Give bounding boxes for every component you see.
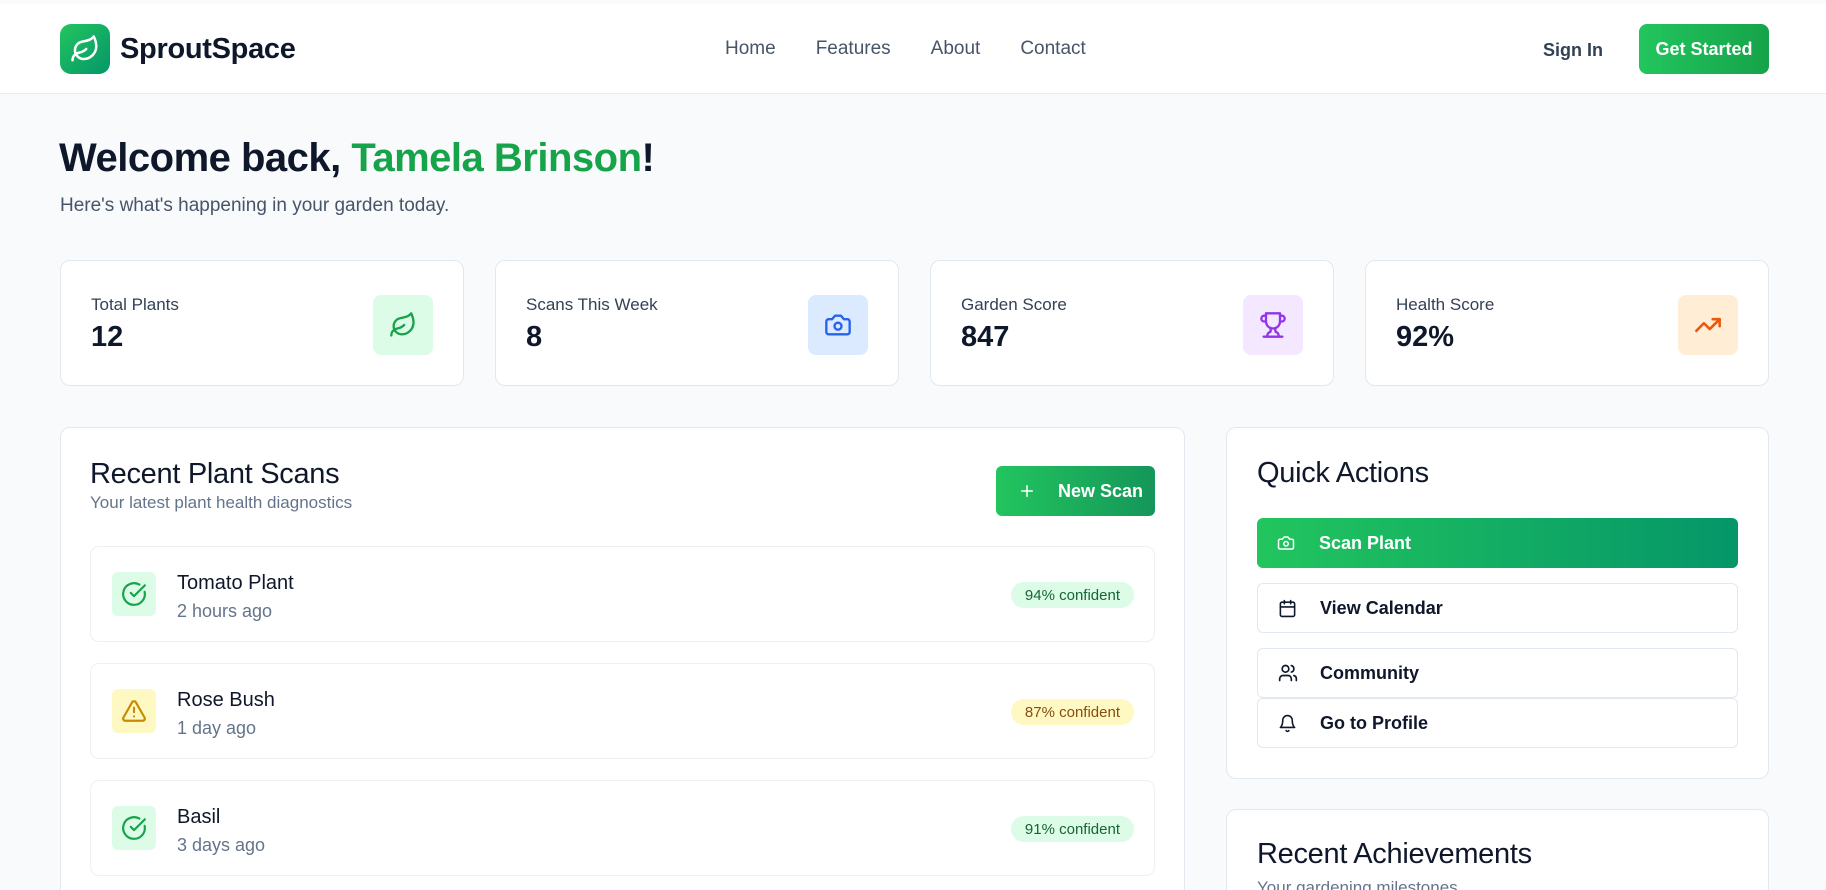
community-button[interactable]: Community: [1257, 648, 1738, 698]
top-navigation-bar: SproutSpace Home Features About Contact …: [0, 4, 1826, 94]
recent-achievements-subtitle: Your gardening milestones: [1257, 878, 1458, 890]
stat-card-total-plants: Total Plants 12: [60, 260, 464, 386]
community-label: Community: [1320, 662, 1419, 683]
stat-label: Scans This Week: [526, 295, 658, 314]
scan-plant-name: Tomato Plant: [177, 572, 294, 594]
stat-label: Health Score: [1396, 295, 1495, 314]
nav-link-features[interactable]: Features: [816, 38, 891, 60]
camera-icon: [1277, 534, 1299, 552]
welcome-suffix: !: [641, 136, 655, 180]
recent-scans-subtitle: Your latest plant health diagnostics: [90, 493, 353, 512]
stat-label: Total Plants: [91, 295, 179, 314]
welcome-subtitle: Here's what's happening in your garden t…: [60, 195, 450, 216]
calendar-icon: [1278, 599, 1300, 618]
stat-label: Garden Score: [961, 295, 1067, 314]
check-circle-icon: [112, 806, 156, 850]
camera-icon: [808, 295, 868, 355]
scan-time: 2 hours ago: [177, 601, 273, 621]
go-to-profile-label: Go to Profile: [1320, 712, 1428, 733]
trophy-icon: [1243, 295, 1303, 355]
alert-triangle-icon: [112, 689, 156, 733]
stat-card-scans-this-week: Scans This Week 8: [495, 260, 899, 386]
brand-name: SproutSpace: [120, 32, 296, 65]
scan-time: 1 day ago: [177, 718, 257, 738]
scan-time: 3 days ago: [177, 835, 266, 855]
stat-value: 8: [526, 321, 543, 353]
welcome-heading: Welcome back, Tamela Brinson!: [59, 136, 655, 181]
user-name: Tamela Brinson: [351, 136, 642, 180]
nav-link-home[interactable]: Home: [725, 38, 776, 60]
stat-value: 92%: [1396, 321, 1455, 353]
go-to-profile-button[interactable]: Go to Profile: [1257, 698, 1738, 748]
brand-logo[interactable]: SproutSpace: [60, 24, 296, 74]
confidence-badge: 91% confident: [1010, 816, 1134, 842]
nav-link-about[interactable]: About: [931, 38, 981, 60]
bell-icon: [1278, 714, 1300, 733]
confidence-badge: 94% confident: [1010, 582, 1134, 608]
view-calendar-button[interactable]: View Calendar: [1257, 583, 1738, 633]
sign-in-link[interactable]: Sign In: [1543, 40, 1603, 61]
scan-plant-name: Rose Bush: [177, 689, 275, 711]
quick-actions-title: Quick Actions: [1257, 457, 1429, 489]
confidence-badge: 87% confident: [1010, 699, 1134, 725]
stat-value: 12: [91, 321, 124, 353]
stat-card-garden-score: Garden Score 847: [930, 260, 1334, 386]
stat-value: 847: [961, 321, 1010, 353]
scan-plant-name: Basil: [177, 806, 221, 828]
new-scan-label: New Scan: [1058, 480, 1144, 501]
leaf-icon: [60, 24, 110, 74]
nav-link-contact[interactable]: Contact: [1020, 38, 1085, 60]
get-started-button[interactable]: Get Started: [1639, 24, 1769, 74]
scan-row[interactable]: Basil 3 days ago 91% confident: [90, 780, 1155, 876]
recent-achievements-title: Recent Achievements: [1257, 838, 1532, 870]
new-scan-button[interactable]: New Scan: [996, 466, 1155, 516]
recent-scans-title: Recent Plant Scans: [90, 458, 340, 490]
plus-icon: [1018, 482, 1036, 500]
trending-up-icon: [1678, 295, 1738, 355]
scan-row[interactable]: Rose Bush 1 day ago 87% confident: [90, 663, 1155, 759]
users-icon: [1278, 663, 1300, 683]
check-circle-icon: [112, 572, 156, 616]
stat-card-health-score: Health Score 92%: [1365, 260, 1769, 386]
welcome-prefix: Welcome back,: [59, 136, 352, 180]
main-nav: Home Features About Contact: [725, 38, 1086, 60]
scan-plant-label: Scan Plant: [1319, 532, 1412, 553]
scan-plant-button[interactable]: Scan Plant: [1257, 518, 1738, 568]
scan-row[interactable]: Tomato Plant 2 hours ago 94% confident: [90, 546, 1155, 642]
leaf-icon: [373, 295, 433, 355]
view-calendar-label: View Calendar: [1320, 597, 1443, 618]
